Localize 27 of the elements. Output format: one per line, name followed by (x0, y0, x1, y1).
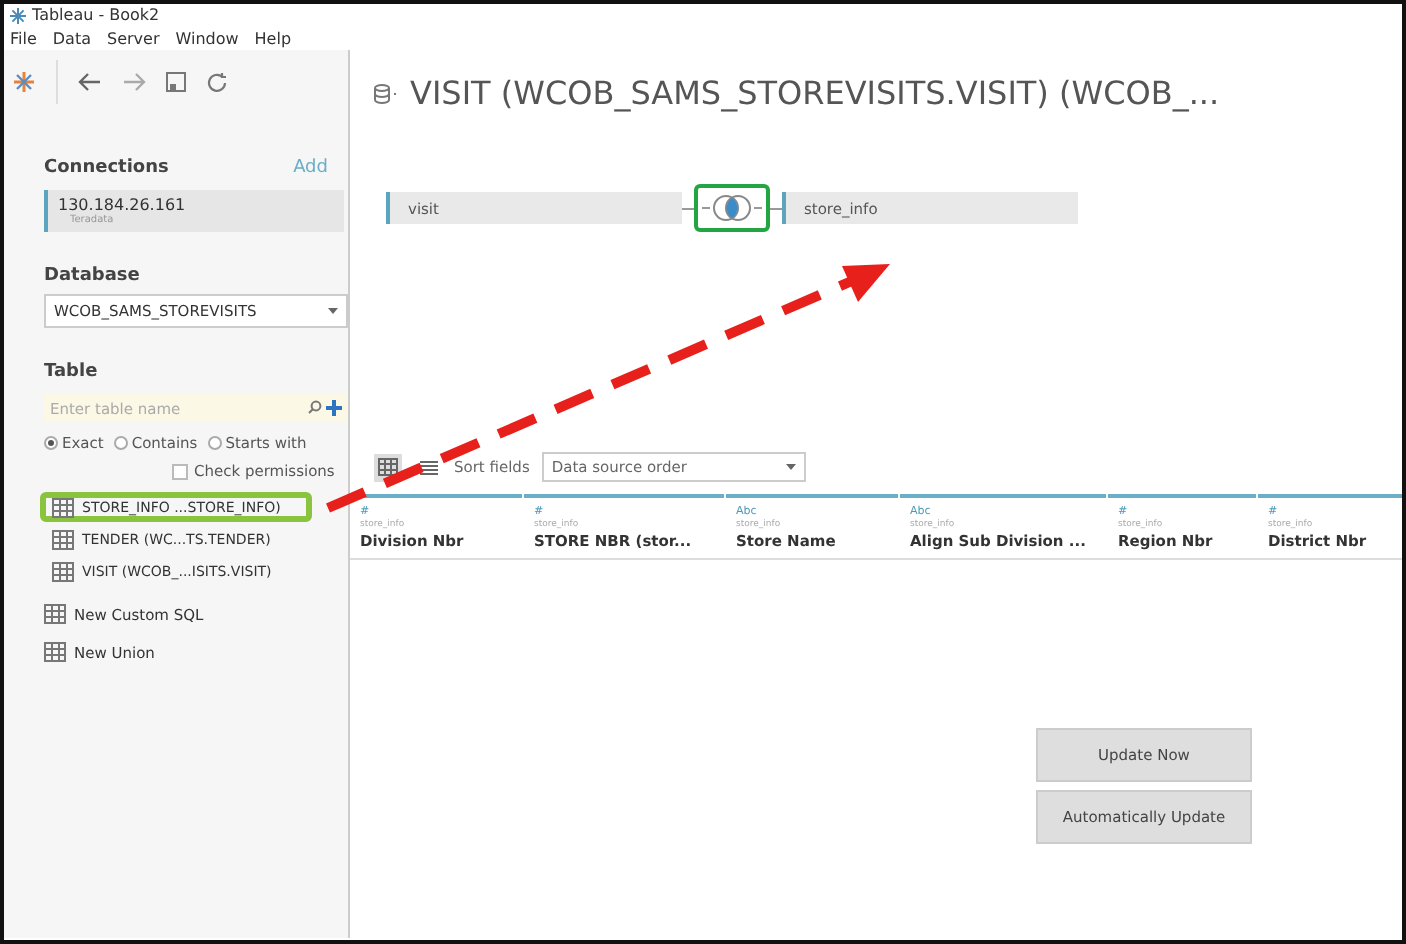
forward-icon[interactable] (122, 72, 146, 92)
connections-heading: Connections (44, 158, 169, 178)
table-label: Table (44, 362, 100, 382)
menu-item[interactable]: Help (254, 29, 292, 47)
logo-icon[interactable] (12, 70, 36, 94)
table-icon (52, 497, 74, 517)
data-source-title: VISIT (WCOB_SAMS_STOREVISITS.VISIT) (WCOB_... (410, 74, 1220, 112)
menu-item[interactable]: Server (107, 29, 160, 47)
database-label: Database (44, 266, 142, 286)
refresh-icon[interactable] (206, 71, 228, 93)
menu-item[interactable]: Window (175, 29, 239, 47)
save-icon[interactable] (166, 72, 186, 92)
database-icon (374, 83, 398, 103)
sql-icon (44, 604, 66, 624)
menu-item[interactable]: Data (52, 29, 91, 47)
table-icon (52, 561, 74, 581)
search-icon[interactable] (308, 400, 322, 414)
back-icon[interactable] (78, 72, 102, 92)
table-icon (52, 529, 74, 549)
join-icon[interactable] (702, 194, 762, 222)
caret-icon (785, 464, 796, 470)
caret-icon (328, 308, 338, 314)
menu-item[interactable]: File (10, 29, 37, 47)
sql-icon (44, 642, 66, 662)
window-title: Tableau - Book2 (32, 6, 160, 24)
plus-icon[interactable] (326, 400, 342, 416)
app-icon (10, 7, 26, 23)
